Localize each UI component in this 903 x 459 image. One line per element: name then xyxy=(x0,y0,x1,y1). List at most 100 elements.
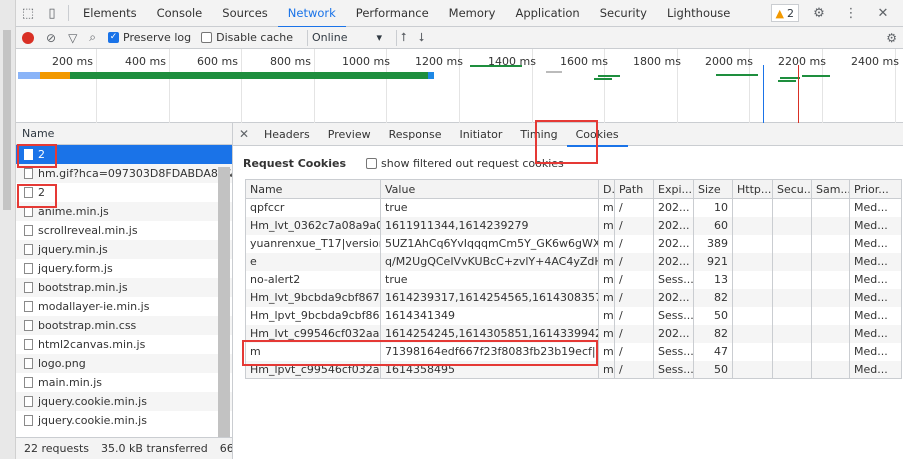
gear-icon[interactable]: ⚙ xyxy=(807,0,831,27)
request-row[interactable]: 2 xyxy=(16,183,232,202)
cookie-cell xyxy=(732,270,773,289)
clear-icon[interactable]: ⊘ xyxy=(46,31,56,45)
cookie-cell xyxy=(772,324,812,343)
request-row[interactable]: jquery.form.js xyxy=(16,259,232,278)
import-har-icon[interactable]: ⭡ xyxy=(401,30,407,45)
timeline-overview[interactable]: 200 ms 400 ms 600 ms 800 ms 1000 ms 1200 ms 14… xyxy=(16,49,903,123)
cookie-column-header[interactable]: Size xyxy=(693,179,733,199)
tab-lighthouse[interactable]: Lighthouse xyxy=(657,0,740,27)
cookie-row[interactable]: no-alert2truem./Sess...13 Med... xyxy=(245,270,902,289)
cookie-column-header[interactable]: Name xyxy=(245,179,381,199)
cookie-cell: 1611911344,1614239279 xyxy=(380,216,599,235)
timeline-tick-label: 1600 ms xyxy=(560,55,608,68)
cookie-column-header[interactable]: D. xyxy=(598,179,615,199)
cookie-row[interactable]: m71398164edf667f23f8083fb23b19ecf|1614..… xyxy=(245,342,902,361)
cookie-cell: 202... xyxy=(653,288,694,307)
close-icon[interactable]: ✕ xyxy=(871,0,895,27)
tab-network[interactable]: Network xyxy=(277,0,346,28)
preserve-log-checkbox[interactable]: ✓ Preserve log xyxy=(108,31,191,44)
cookie-row[interactable]: Hm_lpvt_9bcbda9cbf867...1614341349m./Ses… xyxy=(245,306,902,325)
cookie-cell xyxy=(811,270,850,289)
request-row[interactable]: 2 xyxy=(16,145,232,164)
request-row[interactable]: jquery.min.js xyxy=(16,240,232,259)
request-row[interactable]: hm.gif?hca=097303D8FDABDA83&cc xyxy=(16,164,232,183)
tab-cookies[interactable]: Cookies xyxy=(566,123,628,147)
tab-elements[interactable]: Elements xyxy=(73,0,147,27)
show-filtered-cookies-checkbox[interactable]: show filtered out request cookies xyxy=(366,157,564,170)
tab-response[interactable]: Response xyxy=(380,123,451,146)
cookie-column-header[interactable]: Expi... xyxy=(653,179,694,199)
tab-sources[interactable]: Sources xyxy=(212,0,278,27)
request-row[interactable]: anime.min.js xyxy=(16,202,232,221)
tab-console[interactable]: Console xyxy=(147,0,213,27)
inspect-element-icon[interactable]: ⬚ xyxy=(16,0,40,27)
disable-cache-checkbox[interactable]: Disable cache xyxy=(201,31,293,44)
timeline-tick-label: 2200 ms xyxy=(778,55,826,68)
tab-memory[interactable]: Memory xyxy=(439,0,506,27)
cookie-cell: Med... xyxy=(849,360,902,379)
cookie-cell: 1614254245,1614305851,1614339942,161... xyxy=(380,324,599,343)
cookie-cell xyxy=(811,252,850,271)
timeline-bar xyxy=(594,78,612,80)
close-detail-icon[interactable]: ✕ xyxy=(233,127,255,141)
cookie-column-header[interactable]: Value xyxy=(380,179,599,199)
request-row[interactable]: jquery.cookie.min.js xyxy=(16,392,232,411)
request-row[interactable]: main.min.js xyxy=(16,373,232,392)
preserve-log-label: Preserve log xyxy=(123,31,192,44)
timeline-gridline xyxy=(169,49,170,123)
timeline-bar xyxy=(778,80,796,82)
file-icon xyxy=(24,168,33,179)
name-column-header[interactable]: Name xyxy=(16,123,232,145)
warnings-badge[interactable]: ▲ 2 xyxy=(770,4,799,22)
request-row[interactable]: modallayer-ie.min.js xyxy=(16,297,232,316)
request-row[interactable]: scrollreveal.min.js xyxy=(16,221,232,240)
cookie-cell: / xyxy=(614,198,654,217)
search-icon[interactable]: ⌕ xyxy=(89,30,96,45)
cookie-row[interactable]: Hm_lvt_0362c7a08a9a04...1611911344,16142… xyxy=(245,216,902,235)
cookie-column-header[interactable]: Http... xyxy=(732,179,773,199)
cookie-column-header[interactable]: Prior... xyxy=(849,179,902,199)
tab-initiator[interactable]: Initiator xyxy=(450,123,511,146)
request-list-scrollbar[interactable] xyxy=(218,167,230,437)
gutter-scrollbar[interactable] xyxy=(3,30,11,210)
tab-preview[interactable]: Preview xyxy=(319,123,380,146)
timeline-bar xyxy=(470,65,522,67)
cookie-row[interactable]: qpfccrtruem./202...10 Med... xyxy=(245,198,902,217)
timeline-bar xyxy=(546,71,562,73)
cookie-row[interactable]: eq/M2UgQCeIVvKUBcC+zvlY+4AC4yZdHP...m./2… xyxy=(245,252,902,271)
cookie-row[interactable]: Hm_lpvt_c99546cf032aaa...1614358495m./Se… xyxy=(245,360,902,379)
more-menu-icon[interactable]: ⋮ xyxy=(839,0,863,27)
request-detail-panel: ✕ Headers Preview Response Initiator Tim… xyxy=(233,123,903,459)
cookie-cell: true xyxy=(380,198,599,217)
request-row[interactable]: html2canvas.min.js xyxy=(16,335,232,354)
cookie-cell: no-alert2 xyxy=(245,270,381,289)
cookie-column-header[interactable]: Sam... xyxy=(811,179,850,199)
cookie-column-header[interactable]: Secu... xyxy=(772,179,812,199)
export-har-icon[interactable]: ⭣ xyxy=(419,30,425,45)
cookie-row[interactable]: Hm_lvt_c99546cf032aaa5...1614254245,1614… xyxy=(245,324,902,343)
cookie-row[interactable]: Hm_lvt_9bcbda9cbf8675...1614239317,16142… xyxy=(245,288,902,307)
cookie-row[interactable]: yuanrenxue_T17|version1 5UZ1AhCq6YvIqqqmC… xyxy=(245,234,902,253)
network-settings-gear-icon[interactable]: ⚙ xyxy=(886,31,897,45)
request-row[interactable]: bootstrap.min.js xyxy=(16,278,232,297)
request-row[interactable]: jquery.cookie.min.js xyxy=(16,411,232,430)
tab-application[interactable]: Application xyxy=(505,0,589,27)
detail-tabs: ✕ Headers Preview Response Initiator Tim… xyxy=(233,123,903,147)
tab-security[interactable]: Security xyxy=(590,0,657,27)
record-icon[interactable] xyxy=(22,31,34,44)
cookie-cell xyxy=(732,234,773,253)
device-toolbar-icon[interactable]: ▯ xyxy=(40,0,64,27)
tab-headers[interactable]: Headers xyxy=(255,123,319,146)
throttling-select[interactable]: Online ▾ xyxy=(312,31,382,44)
tab-performance[interactable]: Performance xyxy=(346,0,439,27)
request-row[interactable]: bootstrap.min.css xyxy=(16,316,232,335)
tab-timing[interactable]: Timing xyxy=(511,123,566,146)
devtools-tabbar: ⬚ ▯ Elements Console Sources Network Per… xyxy=(16,0,903,28)
request-row[interactable]: logo.png xyxy=(16,354,232,373)
cookie-cell: 202... xyxy=(653,252,694,271)
warning-icon: ▲ xyxy=(775,6,784,20)
filter-icon[interactable]: ▽ xyxy=(68,31,77,45)
cookie-column-header[interactable]: Path xyxy=(614,179,654,199)
cookie-cell xyxy=(811,324,850,343)
cookie-cell: Med... xyxy=(849,252,902,271)
